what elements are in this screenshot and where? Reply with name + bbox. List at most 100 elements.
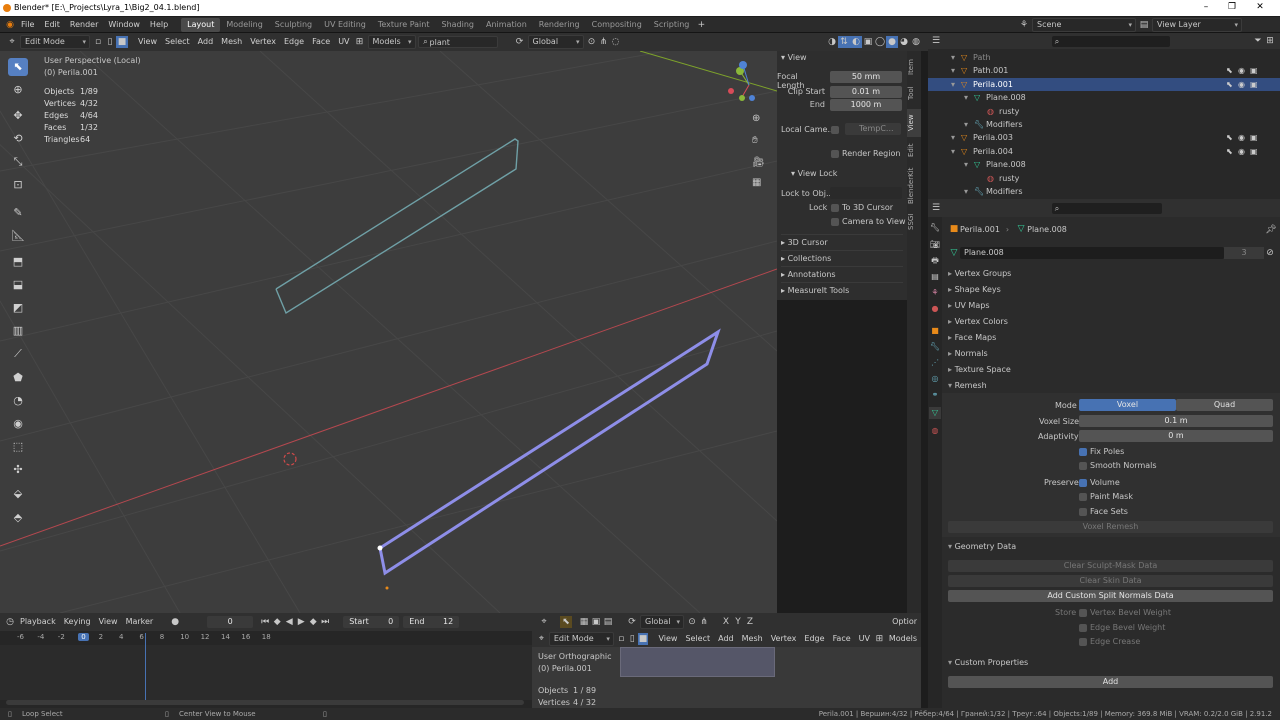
scene-tab-icon[interactable]: ⚘ [929,287,941,299]
select-extend-icon[interactable]: ▣ [590,616,602,628]
secondary-menu-edge[interactable]: Edge [800,632,828,646]
viewport-menu-select[interactable]: Select [161,35,194,49]
scene-icon[interactable]: ⚘ [1018,19,1030,31]
viewport-menu-uv[interactable]: UV [334,35,353,49]
scene-selector[interactable]: Scene [1032,18,1136,32]
pan-hand-icon[interactable]: ✋︎ [752,135,758,146]
mesh-browse-icon[interactable]: ▽ [948,247,960,259]
shear-tool-icon[interactable]: ⬙ [8,485,28,503]
viewport-menu-vertex[interactable]: Vertex [246,35,280,49]
workspace-tab-compositing[interactable]: Compositing [586,18,648,32]
face-select-icon[interactable]: ■ [637,632,649,645]
camera-icon[interactable]: ▣ [1250,78,1258,91]
select-arrow-icon[interactable]: ⬉ [1226,78,1233,91]
workspace-tab-scripting[interactable]: Scripting [648,18,696,32]
clear-sculpt-mask-button[interactable]: Clear Sculpt-Mask Data [948,560,1273,572]
cursor-tool-icon[interactable]: ⊕ [8,81,28,99]
fix-poles-checkbox[interactable]: Fix Poles [1079,447,1124,456]
object-tab-icon[interactable]: ■ [929,325,941,337]
outliner-row-path-001[interactable]: ▾ ▽ Path.001 ⬉ ◉ ▣ [928,64,1280,77]
section-face-maps[interactable]: Face Maps [948,330,1276,345]
expand-arrow-icon[interactable]: ▾ [951,78,955,91]
camera-icon[interactable]: ▣ [1250,145,1258,158]
view-section-header[interactable]: ▾ View [781,53,807,62]
jump-end-icon[interactable]: ⏭ [319,616,331,628]
constraints-tab-icon[interactable]: ⚭ [929,389,941,401]
shading-rendered-icon[interactable]: ◍ [910,36,922,48]
axis-x-icon[interactable]: X [720,616,732,628]
expand-arrow-icon[interactable]: ▾ [951,131,955,144]
orientation-selector[interactable]: Global [527,35,584,49]
proportional-edit-icon[interactable]: ◌ [610,36,622,48]
render-tab-icon[interactable]: 📷︎ [929,239,941,251]
edge-select-icon[interactable]: ▯ [627,633,638,645]
timeline-view-menu[interactable]: View [95,615,122,629]
expand-arrow-icon[interactable]: ▾ [964,158,968,171]
jump-start-icon[interactable]: ⏮ [259,616,271,628]
xray-icon[interactable]: ▣ [862,36,874,48]
eye-icon[interactable]: ◉ [1238,64,1245,77]
pivot-icon[interactable]: ⊙ [586,36,598,48]
npanel-section-annotations[interactable]: ▸ Annotations [781,266,903,281]
new-collection-icon[interactable]: ⊞ [1264,35,1276,47]
edge-select-icon[interactable]: ▯ [104,36,116,48]
fake-user-icon[interactable]: ⊘ [1264,247,1276,259]
secondary-menu-face[interactable]: Face [829,632,855,646]
outliner-row-plane-008[interactable]: ▾ ▽ Plane.008 [928,158,1280,171]
move-tool-icon[interactable]: ✥ [8,107,28,125]
viewport-scene[interactable] [0,51,777,613]
edge-crease-checkbox[interactable]: Edge Crease [1079,637,1140,646]
frame-ruler[interactable]: -6 -4 -2 0 2 4 6 8 10 12 14 16 18 [0,633,532,645]
secondary-mode-selector[interactable]: Edit Mode [548,631,614,646]
camera-icon[interactable]: ▣ [1250,131,1258,144]
secondary-menu-mesh[interactable]: Mesh [738,632,767,646]
ortho-toggle-icon[interactable]: ▦ [752,177,761,188]
blender-menu-icon[interactable]: ◉ [4,19,16,31]
editor-type-icon[interactable]: ⌖ [538,616,550,628]
view-layer-icon[interactable]: ▤ [1138,19,1150,31]
menu-window[interactable]: Window [103,17,145,33]
outliner-editor-icon[interactable]: ☰ [930,35,942,47]
sidebar-tab-edit[interactable]: Edit [907,139,921,161]
playhead[interactable] [145,633,146,700]
add-workspace-icon[interactable]: + [695,19,707,31]
close-button[interactable]: ✕ [1254,2,1266,14]
timeline-scrollbar[interactable] [6,700,524,705]
preserve-paint-mask-checkbox[interactable]: Paint Mask [1079,492,1133,501]
select-arrow-icon[interactable]: ⬉ [1226,64,1233,77]
mode-voxel-button[interactable]: Voxel [1079,399,1176,411]
menu-render[interactable]: Render [65,17,103,33]
pivot-icon[interactable]: ⊙ [686,616,698,628]
outliner-row-rusty[interactable]: ◍ rusty [928,172,1280,185]
editor-type-icon[interactable]: ⌖ [536,633,547,645]
eye-icon[interactable]: ◉ [1238,145,1245,158]
next-keyframe-icon[interactable]: ◆ [307,616,319,628]
play-icon[interactable]: ▶ [295,616,307,628]
axis-z-icon[interactable]: Z [744,616,756,628]
snap-icon[interactable]: ⋔ [598,36,610,48]
workspace-tab-sculpting[interactable]: Sculpting [269,18,318,32]
outliner-row-plane-008[interactable]: ▾ ▽ Plane.008 [928,91,1280,104]
smooth-tool-icon[interactable]: ◉ [8,415,28,433]
section-texture-space[interactable]: Texture Space [948,362,1276,377]
menu-help[interactable]: Help [145,17,173,33]
view-layer-tab-icon[interactable]: ▤ [929,271,941,283]
view-layer-selector[interactable]: View Layer [1152,18,1242,32]
viewport-menu-view[interactable]: View [134,35,161,49]
users-count[interactable]: 3 [1224,247,1264,259]
outliner-row-perila-003[interactable]: ▾ ▽ Perila.003 ⬉ ◉ ▣ [928,131,1280,144]
world-tab-icon[interactable]: ● [929,303,941,315]
secondary-menu-add[interactable]: Add [714,632,738,646]
camera-to-view-checkbox[interactable]: Camera to View [831,217,906,226]
render-region-checkbox[interactable]: Render Region [831,149,900,158]
3d-viewport[interactable]: User Perspective (Local) (0) Perila.001 … [0,51,777,613]
secondary-menu-vertex[interactable]: Vertex [767,632,801,646]
add-custom-normals-button[interactable]: Add Custom Split Normals Data [948,590,1273,602]
spin-tool-icon[interactable]: ◔ [8,392,28,410]
custom-properties-section-header[interactable]: Custom Properties [948,655,1276,670]
particles-tab-icon[interactable]: ⋰ [929,357,941,369]
mode-selector[interactable]: Edit Mode [20,35,90,49]
shrink-fatten-tool-icon[interactable]: ✣ [8,461,28,479]
secondary-menu-uv[interactable]: UV [855,632,874,646]
keying-menu[interactable]: Keying [60,615,95,629]
